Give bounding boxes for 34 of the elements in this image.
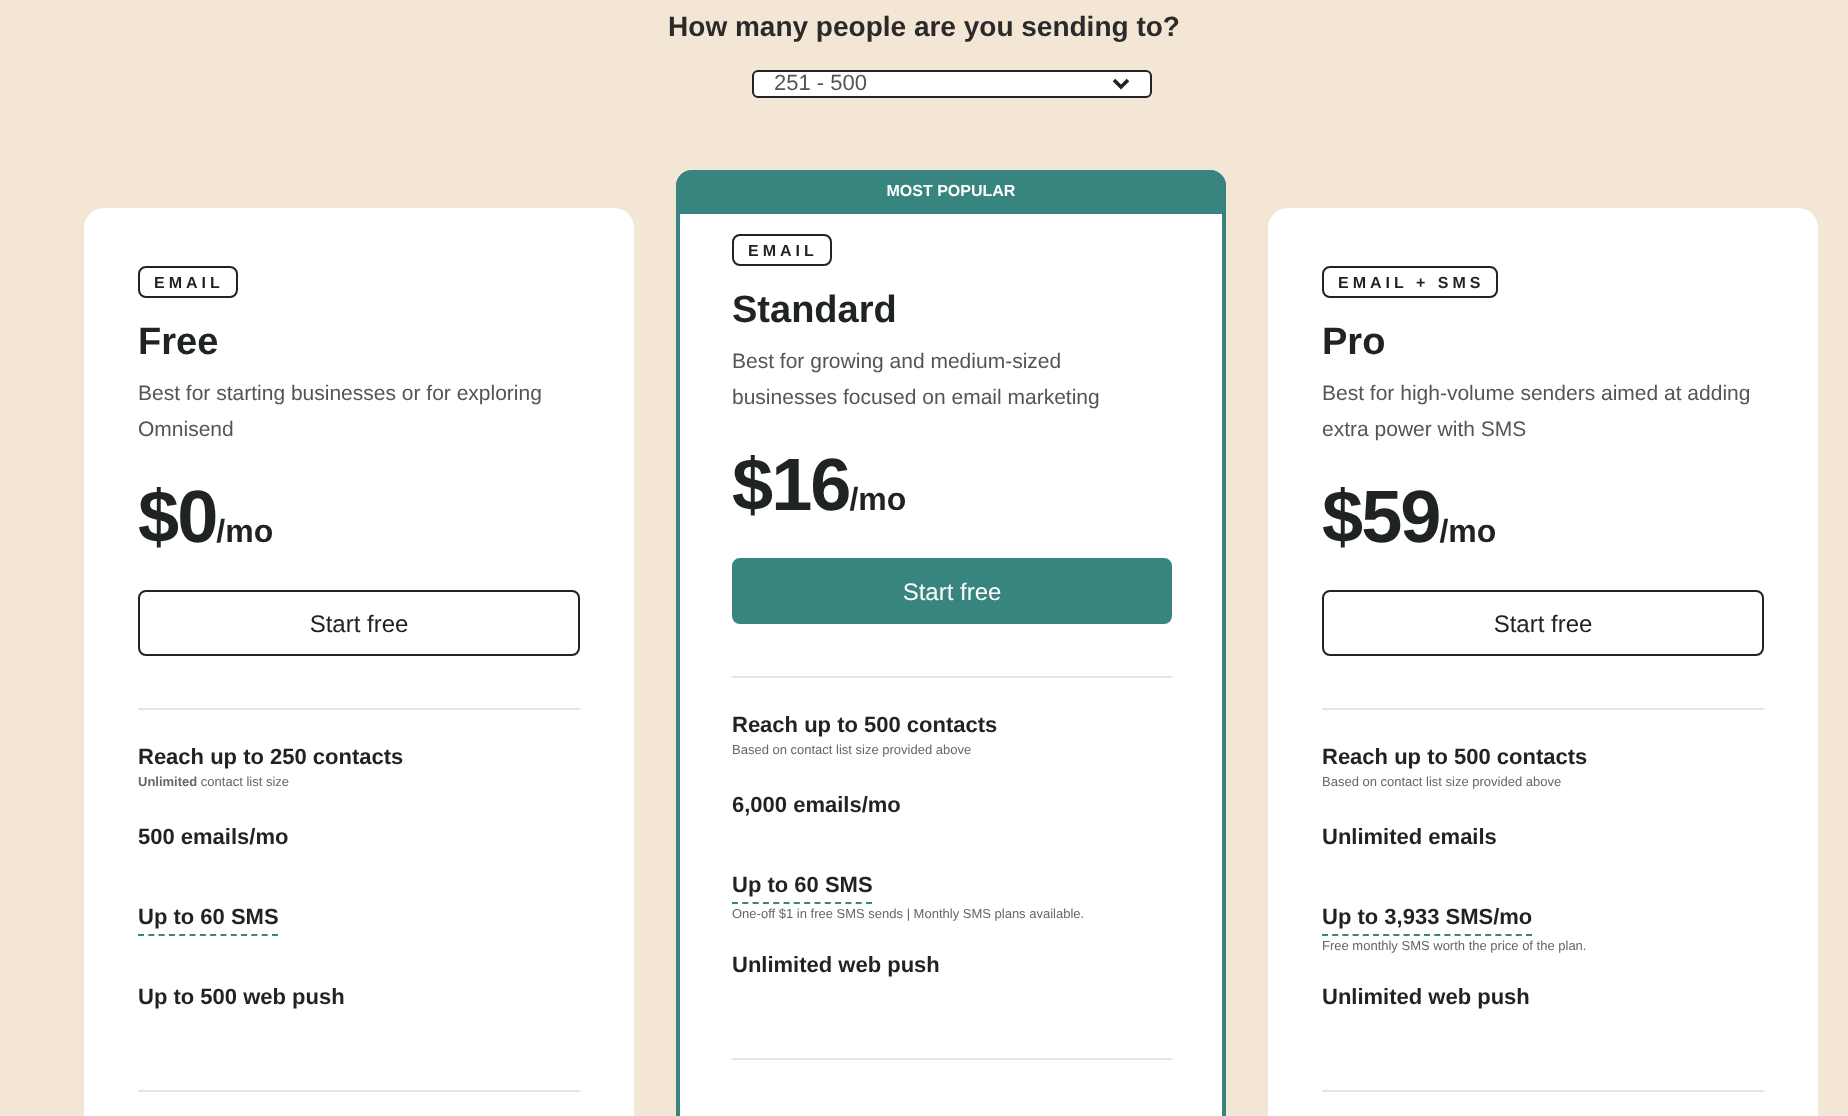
plan-description: Best for growing and medium-sized businesses focused on email marketing [732,348,1102,414]
plan-name: Free [138,320,221,368]
feature-title: 500 emails/mo [138,824,289,852]
feature-title: Up to 500 web push [138,984,345,1012]
plan-tag: EMAIL + SMS [1322,266,1499,298]
start-free-button[interactable]: Start free [732,558,1172,624]
feature-title: 6,000 emails/mo [732,792,901,820]
plan-tag: EMAIL [732,234,832,266]
price-period: /mo [216,516,274,552]
feature-title: Unlimited web push [1322,984,1530,1012]
price-period: /mo [1439,516,1497,552]
price-period: /mo [849,484,907,520]
plan-description: Best for starting businesses or for exploring Omnisend [138,380,544,446]
plan-name: Pro [1322,320,1388,368]
plan-price: $0 [138,474,217,562]
chevron-down-icon [1112,78,1130,90]
feature-title: Reach up to 250 contacts [138,744,404,772]
audience-question: How many people are you sending to? [668,8,1180,44]
most-popular-banner: MOST POPULAR [676,170,1226,214]
feature-title[interactable]: Up to 60 SMS [138,904,279,936]
audience-dropdown[interactable]: 251 - 500 [752,70,1152,98]
start-free-button[interactable]: Start free [138,590,580,656]
start-free-button[interactable]: Start free [1322,590,1764,656]
feature-title: Reach up to 500 contacts [732,712,998,740]
plan-description: Best for high-volume senders aimed at adding extra power with SMS [1322,380,1753,446]
feature-title: Reach up to 500 contacts [1322,744,1588,772]
plan-price: $59 [1322,474,1440,562]
plan-name: Standard [732,288,899,336]
feature-title[interactable]: Up to 3,933 SMS/mo [1322,904,1533,936]
plan-price: $16 [732,442,850,530]
feature-title: Unlimited web push [732,952,940,980]
plan-tag: EMAIL [138,266,238,298]
feature-title: Unlimited emails [1322,824,1497,852]
feature-title[interactable]: Up to 60 SMS [732,872,873,904]
